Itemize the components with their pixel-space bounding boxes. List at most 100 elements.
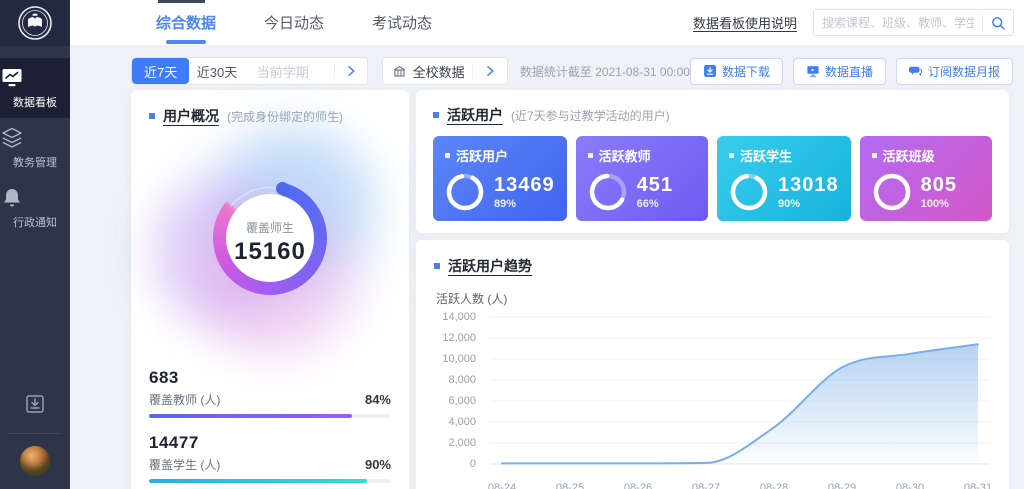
overview-title: 用户概况 [163, 106, 219, 126]
search-input[interactable] [814, 16, 982, 30]
sidebar-item-data-dashboard[interactable]: 数据看板 [0, 58, 70, 118]
stat-teachers: 683 覆盖教师 (人) 84% [149, 368, 391, 418]
dashboard-monitor-icon [0, 67, 70, 89]
stat-label: 覆盖学生 (人) [149, 456, 220, 473]
search-button[interactable] [983, 10, 1013, 35]
title-bullet-icon [434, 263, 440, 269]
stat-students: 14477 覆盖学生 (人) 90% [149, 433, 391, 483]
trend-title: 活跃用户趋势 [448, 256, 532, 276]
data-live-button[interactable]: 数据直播 [793, 58, 886, 85]
metric-percent: 89% [494, 198, 555, 210]
sidebar-item-academic-admin[interactable]: 教务管理 [0, 118, 70, 178]
progress-bar [149, 414, 391, 418]
scope-selector[interactable]: 全校数据 [382, 57, 508, 85]
button-label: 数据直播 [825, 63, 873, 80]
y-tick-label: 4,000 [448, 417, 476, 428]
x-tick-label: 08-24 [488, 482, 516, 489]
stat-value: 14477 [149, 433, 391, 453]
metric-label: 活跃学生 [740, 146, 792, 165]
tab-today-activity[interactable]: 今日动态 [264, 0, 324, 46]
x-tick-label: 08-31 [964, 482, 992, 489]
x-tick-label: 08-29 [828, 482, 856, 489]
user-avatar[interactable] [20, 446, 50, 476]
sidebar-footer [0, 392, 70, 489]
chart-plot-area [490, 317, 990, 464]
metric-ring-chart [445, 172, 485, 212]
sidebar: 数据看板 教务管理 行政通知 [0, 0, 70, 489]
data-updated-text: 数据统计截至 2021-08-31 00:00 [520, 63, 690, 80]
range-expand-chevron[interactable] [335, 64, 366, 78]
metric-ring-chart [729, 172, 769, 212]
metric-label: 活跃班级 [883, 146, 935, 165]
search-icon [990, 15, 1006, 31]
range-7days[interactable]: 近7天 [132, 58, 189, 84]
clipped-overlay-fragment [158, 0, 205, 3]
search-box [813, 9, 1014, 36]
y-tick-label: 10,000 [442, 354, 476, 365]
button-label: 数据下载 [722, 63, 770, 80]
x-tick-label: 08-30 [896, 482, 924, 489]
metric-percent: 100% [921, 198, 957, 210]
sidebar-item-label: 数据看板 [0, 94, 70, 110]
sidebar-nav: 数据看板 教务管理 行政通知 [0, 58, 70, 238]
dashboard-help-link[interactable]: 数据看板使用说明 [693, 13, 797, 32]
layers-icon [0, 127, 70, 149]
tab-exam-activity[interactable]: 考试动态 [372, 0, 432, 46]
download-icon [703, 64, 717, 78]
active-users-title: 活跃用户 [447, 105, 503, 125]
y-axis-title: 活跃人数 (人) [436, 290, 991, 307]
metric-ring-chart [588, 172, 628, 212]
subscribe-monthly-report-button[interactable]: 订阅数据月报 [896, 58, 1013, 85]
school-building-icon [392, 64, 407, 79]
y-tick-label: 2,000 [448, 438, 476, 449]
metric-value: 13469 [494, 174, 555, 196]
y-tick-label: 0 [470, 459, 476, 470]
x-tick-label: 08-28 [760, 482, 788, 489]
scope-expand-chevron[interactable] [473, 64, 507, 78]
x-tick-label: 08-25 [556, 482, 584, 489]
metric-ring-chart [872, 172, 912, 212]
metric-card-active-teachers: 活跃教师 451 66% [576, 136, 708, 221]
x-tick-label: 08-27 [692, 482, 720, 489]
metric-card-active-students: 活跃学生 13018 90% [717, 136, 851, 221]
stat-value: 683 [149, 368, 391, 388]
date-range-control: 近7天 近30天 当前学期 [131, 57, 368, 85]
active-users-subtitle: (近7天参与过教学活动的用户) [511, 107, 670, 124]
range-current-term[interactable]: 当前学期 [245, 58, 335, 84]
progress-bar [149, 479, 391, 483]
scope-label: 全校数据 [413, 62, 465, 81]
subscribe-icon [909, 64, 923, 78]
sidebar-item-label: 教务管理 [0, 154, 70, 170]
tab-overall-data[interactable]: 综合数据 [156, 0, 216, 46]
x-tick-label: 08-26 [624, 482, 652, 489]
title-bullet-icon [149, 113, 155, 119]
sidebar-item-label: 行政通知 [0, 214, 70, 230]
donut-value: 15160 [234, 238, 306, 266]
metric-label: 活跃用户 [456, 146, 508, 165]
y-tick-label: 12,000 [442, 333, 476, 344]
stat-label: 覆盖教师 (人) [149, 391, 220, 408]
metric-percent: 90% [778, 198, 839, 210]
overview-subtitle: (完成身份绑定的师生) [227, 108, 343, 125]
metric-bullet-icon [729, 153, 734, 158]
title-bullet-icon [433, 112, 439, 118]
x-axis-ticks: 08-24 08-25 08-26 08-27 08-28 08-29 08-30 08-31 [490, 482, 990, 489]
metric-value: 451 [637, 174, 673, 196]
metric-percent: 66% [637, 198, 673, 210]
sidebar-divider [8, 433, 62, 434]
metric-card-active-users: 活跃用户 13469 89% [433, 136, 567, 221]
metric-bullet-icon [872, 153, 877, 158]
donut-label: 覆盖师生 [246, 219, 294, 236]
filter-bar: 近7天 近30天 当前学期 全校数据 数据统计截至 2021-08-31 00:… [70, 57, 1024, 85]
data-download-button[interactable]: 数据下载 [690, 58, 783, 85]
save-tray-icon[interactable] [23, 392, 47, 416]
top-nav: 综合数据 今日动态 考试动态 数据看板使用说明 [70, 0, 1024, 46]
y-tick-label: 8,000 [448, 375, 476, 386]
trend-area-chart: 02,0004,0006,0008,00010,00012,00014,000 … [434, 317, 991, 489]
coverage-donut-chart: 覆盖师生 15160 [160, 130, 380, 354]
stat-percent: 90% [365, 457, 391, 472]
nav-tabs: 综合数据 今日动态 考试动态 [156, 0, 432, 46]
screen-icon [806, 64, 820, 78]
range-30days[interactable]: 近30天 [189, 58, 244, 84]
sidebar-item-admin-notice[interactable]: 行政通知 [0, 178, 70, 238]
